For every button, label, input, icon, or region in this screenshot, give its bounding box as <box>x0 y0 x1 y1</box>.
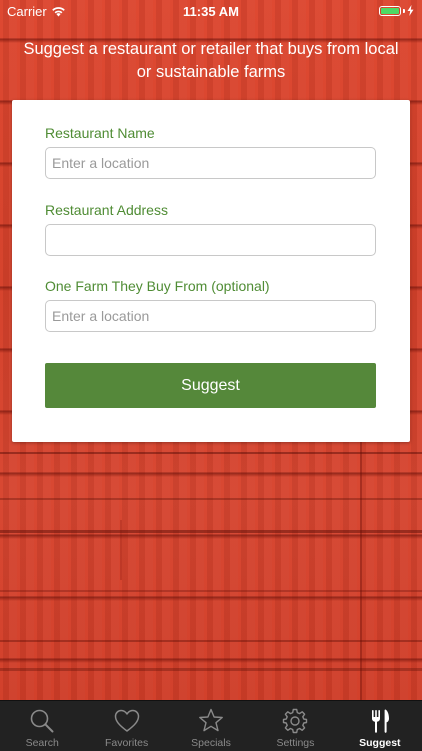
charging-bolt-icon <box>407 5 414 16</box>
gear-icon <box>283 708 308 734</box>
farm-label: One Farm They Buy From (optional) <box>45 278 270 294</box>
search-icon <box>30 709 54 733</box>
fork-knife-icon <box>371 709 389 733</box>
restaurant-address-label: Restaurant Address <box>45 202 168 218</box>
farm-input[interactable] <box>45 300 376 332</box>
heart-icon <box>114 709 139 732</box>
restaurant-name-label: Restaurant Name <box>45 125 155 141</box>
page-description: Suggest a restaurant or retailer that bu… <box>23 40 399 81</box>
tab-specials[interactable]: Specials <box>169 701 253 751</box>
tab-settings-label: Settings <box>276 737 315 749</box>
restaurant-name-input[interactable] <box>45 147 376 179</box>
battery-indicator <box>379 5 414 16</box>
star-icon <box>199 708 223 732</box>
suggest-form-card: Restaurant Name Restaurant Address One F… <box>12 100 410 442</box>
status-time: 11:35 AM <box>183 4 239 19</box>
battery-icon <box>379 5 401 16</box>
tab-specials-label: Specials <box>191 737 231 749</box>
tab-search[interactable]: Search <box>0 701 84 751</box>
tab-bar: Search Favorites Specials Settings Sugge… <box>0 700 422 751</box>
suggest-button[interactable]: Suggest <box>45 363 376 408</box>
tab-search-label: Search <box>25 737 59 749</box>
restaurant-address-input[interactable] <box>45 224 376 256</box>
tab-favorites-label: Favorites <box>105 737 149 749</box>
tab-suggest[interactable]: Suggest <box>338 701 422 751</box>
tab-suggest-label: Suggest <box>359 737 401 749</box>
tab-favorites[interactable]: Favorites <box>84 701 168 751</box>
tab-settings[interactable]: Settings <box>253 701 337 751</box>
status-bar: Carrier 11:35 AM <box>0 0 422 22</box>
